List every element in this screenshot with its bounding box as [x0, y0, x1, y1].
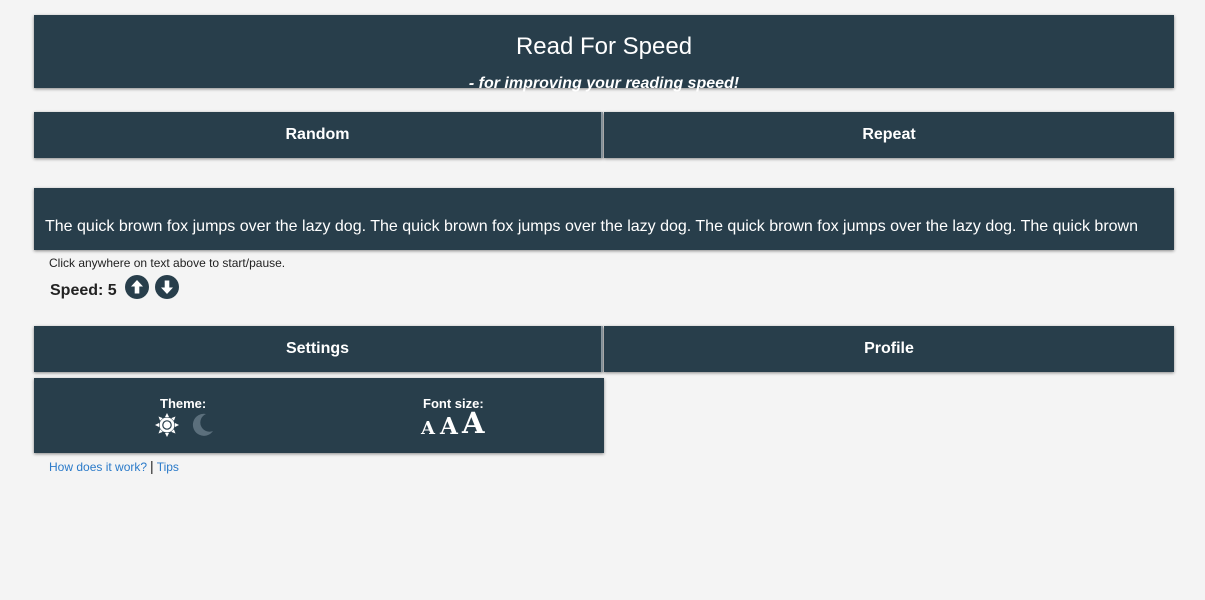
how-it-works-link[interactable]: How does it work? — [49, 460, 147, 474]
header-banner: Read For Speed - for improving your read… — [34, 15, 1174, 92]
footer-links: How does it work? | Tips — [49, 458, 179, 474]
reading-text[interactable]: The quick brown fox jumps over the lazy … — [45, 218, 1138, 236]
moon-icon[interactable] — [189, 412, 215, 438]
settings-panel: Theme: Font size: A A A — [34, 378, 604, 453]
font-size-small-button[interactable]: A — [421, 420, 435, 438]
app-title: Read For Speed — [515, 33, 693, 60]
speed-up-button[interactable] — [125, 275, 149, 299]
sun-icon[interactable] — [154, 412, 180, 438]
app-subtitle: - for improving your reading speed! — [468, 75, 740, 92]
speed-value: Speed: 5 — [50, 282, 117, 299]
tab-profile[interactable]: Profile — [604, 326, 1174, 372]
tab-settings[interactable]: Settings — [34, 326, 603, 372]
link-separator: | — [150, 458, 154, 474]
random-button[interactable]: Random — [34, 112, 603, 158]
arrow-down-circle-icon — [161, 280, 173, 294]
arrow-up-circle-icon — [131, 280, 143, 294]
font-size-large-button[interactable]: A — [462, 409, 485, 438]
repeat-button[interactable]: Repeat — [604, 112, 1174, 158]
font-size-medium-button[interactable]: A — [440, 415, 458, 438]
tips-link[interactable]: Tips — [157, 460, 179, 474]
speed-down-button[interactable] — [155, 275, 179, 299]
start-pause-hint: Click anywhere on text above to start/pa… — [49, 256, 286, 270]
theme-label: Theme: — [160, 396, 207, 411]
reading-text-area[interactable]: The quick brown fox jumps over the lazy … — [34, 188, 1174, 250]
